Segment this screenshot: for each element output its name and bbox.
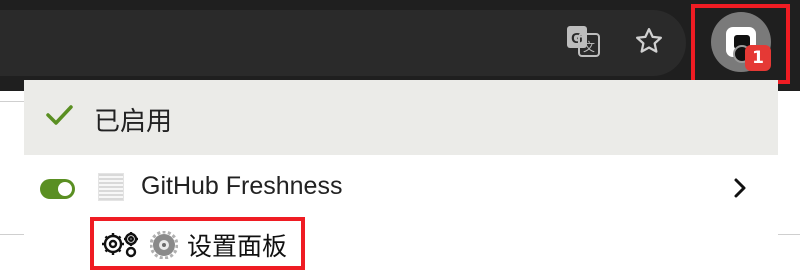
browser-toolbar: G 文 1 (0, 0, 800, 90)
extension-highlight-box (691, 4, 790, 84)
popup-header: 已启用 (24, 80, 778, 155)
page-edge-left (0, 91, 24, 276)
translate-icon[interactable]: G 文 (566, 24, 600, 58)
star-icon[interactable] (632, 24, 666, 58)
divider (0, 234, 24, 235)
divider (778, 234, 800, 235)
extension-toggle[interactable] (40, 179, 75, 199)
settings-panel-label: 设置面板 (187, 232, 288, 261)
settings-panel-item[interactable]: 设置面板 (90, 217, 305, 270)
extension-name: GitHub Freshness (141, 172, 343, 200)
page-edge-right (778, 91, 800, 276)
github-freshness-icon (98, 173, 124, 201)
chevron-right-icon[interactable] (730, 177, 750, 199)
gears-icon (102, 232, 138, 258)
svg-text:文: 文 (583, 39, 595, 54)
extension-item[interactable]: GitHub Freshness (24, 155, 778, 215)
settings-gear-icon (150, 231, 178, 259)
enabled-section-label: 已启用 (94, 107, 173, 137)
extension-popup: 已启用 GitHub Freshness 设置面板 (24, 80, 778, 276)
divider (0, 101, 24, 102)
svg-text:G: G (571, 30, 583, 47)
check-icon (46, 105, 73, 125)
